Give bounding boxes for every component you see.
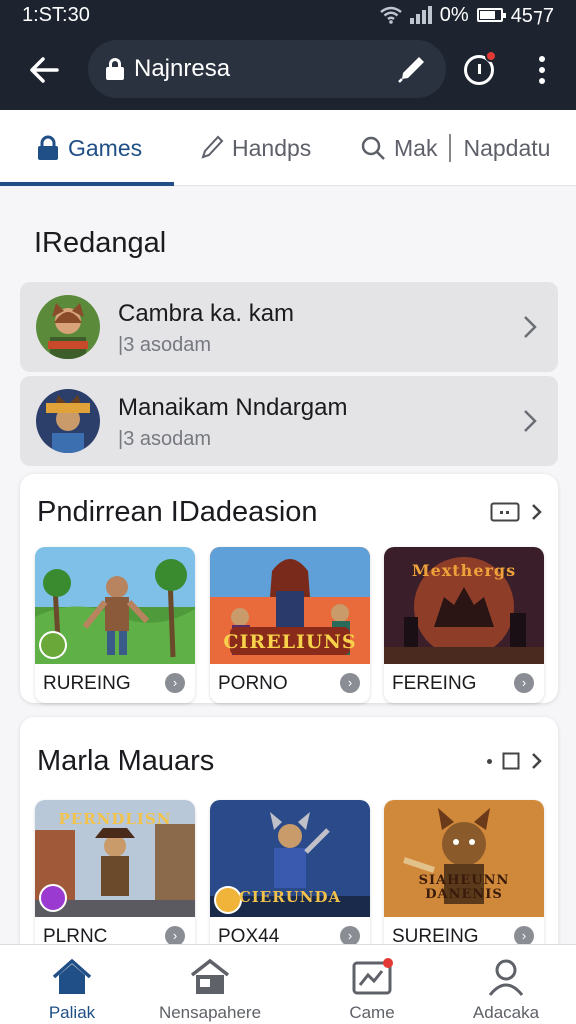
chevron-right-icon xyxy=(524,316,537,338)
square-icon[interactable] xyxy=(502,752,520,770)
back-button[interactable] xyxy=(14,40,74,100)
game-artwork-title: SIAHEUNN DANENIS xyxy=(418,873,510,902)
nav-label: Paliak xyxy=(48,1003,96,1022)
tab-games-label: Games xyxy=(68,134,143,161)
battery-icon xyxy=(476,8,506,22)
status-time: 1:ST:30 xyxy=(22,3,90,26)
main-content: IRedangal Cambra ka. kam |3 asodam Manai… xyxy=(0,187,576,957)
nav-item-store[interactable]: Nensapahere xyxy=(150,945,270,1024)
notification-button[interactable] xyxy=(457,48,501,92)
pen-icon xyxy=(398,57,424,83)
home-icon xyxy=(52,959,92,994)
game-tile-label: PORNO xyxy=(218,673,288,694)
game-badge-icon xyxy=(39,884,67,912)
lock-icon xyxy=(38,135,58,160)
nav-item-game[interactable]: Came xyxy=(322,945,422,1024)
game-artwork-title: PERNDLISN xyxy=(58,810,172,828)
game-tile[interactable]: SIAHEUNN DANENIS SUREING › xyxy=(384,800,544,956)
address-text: Najnresa xyxy=(134,55,231,82)
game-tile[interactable]: Mexthergs FEREING › xyxy=(384,547,544,703)
featured-card: Pndirrean IDadeasion RUREING › CIRELIUNS… xyxy=(20,474,558,703)
more-options-button[interactable] xyxy=(520,48,564,92)
list-item-subtitle: |3 asodam xyxy=(118,334,212,356)
card-title: Marla Mauars xyxy=(37,745,215,777)
game-artwork-title: CIERUNDA xyxy=(238,888,342,906)
tab-divider xyxy=(449,134,452,162)
pencil-icon xyxy=(201,135,224,159)
list-item-title: Cambra ka. kam xyxy=(118,300,295,327)
wifi-icon xyxy=(380,6,402,24)
nav-label: Came xyxy=(349,1003,395,1022)
search-icon xyxy=(361,136,385,160)
arrow-right-icon[interactable]: › xyxy=(165,926,185,946)
card-title: Pndirrean IDadeasion xyxy=(37,496,318,528)
top-bar: 1:ST:30 0% 45⁊7 Najnresa xyxy=(0,0,576,110)
arrow-right-icon[interactable]: › xyxy=(514,926,534,946)
edit-button[interactable] xyxy=(392,49,432,89)
status-bar: 1:ST:30 0% 45⁊7 xyxy=(0,0,576,30)
chevron-right-icon[interactable] xyxy=(530,502,544,522)
tab-napdatu-label[interactable]: Napdatu xyxy=(463,135,550,162)
game-tile[interactable]: RUREING › xyxy=(35,547,195,703)
tab-indicator xyxy=(0,182,174,186)
list-item[interactable]: Manaikam Nndargam |3 asodam xyxy=(20,376,558,466)
tab-bar: Games Handps Mak Napdatu xyxy=(0,110,576,186)
signal-icon xyxy=(409,6,432,24)
game-tile-label: FEREING xyxy=(392,673,477,694)
list-item-title: Manaikam Nndargam xyxy=(118,394,348,421)
tab-handps[interactable]: Handps xyxy=(200,110,311,186)
arrow-right-icon[interactable]: › xyxy=(340,926,360,946)
app-bar: Najnresa xyxy=(0,34,576,106)
store-icon xyxy=(190,958,230,994)
tab-handps-label: Handps xyxy=(232,134,312,161)
game-icon xyxy=(352,958,393,995)
cast-icon[interactable] xyxy=(490,502,520,522)
list-item[interactable]: Cambra ka. kam |3 asodam xyxy=(20,282,558,372)
game-artwork-title: CIRELIUNS xyxy=(223,631,357,653)
game-tile[interactable]: CIRELIUNS PORNO › xyxy=(210,547,370,703)
avatar xyxy=(36,389,100,453)
list-item-subtitle: |3 asodam xyxy=(118,428,212,450)
arrow-right-icon[interactable]: › xyxy=(514,673,534,693)
tab-games[interactable]: Games xyxy=(36,110,142,186)
card-actions xyxy=(487,751,544,771)
nav-item-home[interactable]: Paliak xyxy=(22,945,122,1024)
card-actions xyxy=(490,502,544,522)
nav-item-account[interactable]: Adacaka xyxy=(456,945,556,1024)
games-card: Marla Mauars PERNDLISN PLRNC › CIERUNDA … xyxy=(20,717,558,957)
game-artwork-title: Mexthergs xyxy=(411,561,517,580)
person-icon xyxy=(488,959,524,996)
nav-label: Nensapahere xyxy=(158,1003,262,1022)
status-icons: 0% 45⁊7 xyxy=(380,3,554,28)
notification-badge xyxy=(485,50,497,62)
battery-percent: 0% xyxy=(439,3,469,26)
chevron-right-icon xyxy=(524,410,537,432)
arrow-left-icon xyxy=(30,57,59,83)
game-tile[interactable]: PERNDLISN PLRNC › xyxy=(35,800,195,956)
tab-mak[interactable]: Mak Napdatu xyxy=(360,110,550,186)
game-tile[interactable]: CIERUNDA POX44 › xyxy=(210,800,370,956)
chevron-right-icon[interactable] xyxy=(530,751,544,771)
nav-label: Adacaka xyxy=(472,1003,540,1022)
dot-icon xyxy=(487,758,492,764)
arrow-right-icon[interactable]: › xyxy=(340,673,360,693)
tab-mak-label: Mak xyxy=(394,134,438,161)
game-badge-icon xyxy=(39,631,67,659)
arrow-right-icon[interactable]: › xyxy=(165,673,185,693)
section-title: IRedangal xyxy=(34,227,167,259)
avatar xyxy=(36,295,100,359)
bottom-navigation: Paliak Nensapahere Came Adacaka xyxy=(0,944,576,1024)
status-extra: 45⁊7 xyxy=(510,4,554,27)
lock-icon xyxy=(106,58,124,80)
game-tile-label: RUREING xyxy=(43,673,131,694)
address-bar[interactable]: Najnresa xyxy=(88,40,446,98)
